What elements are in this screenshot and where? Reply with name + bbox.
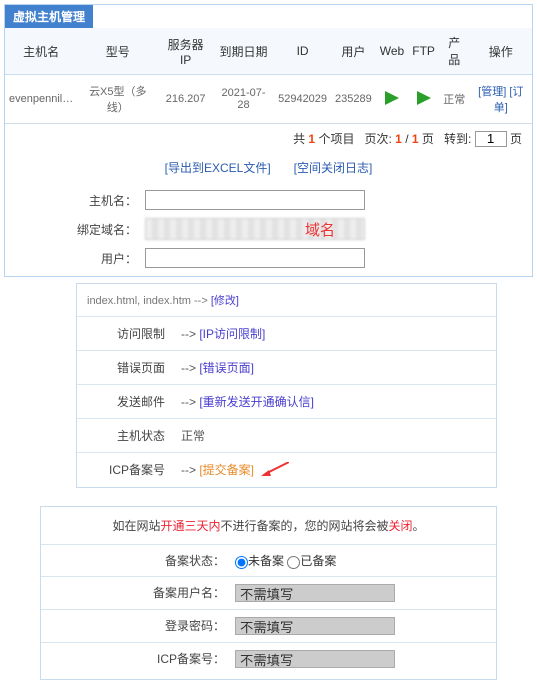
close-log-link[interactable]: [空间关闭日志] xyxy=(294,161,373,175)
toolbar: [导出到EXCEL文件] [空间关闭日志] xyxy=(5,153,532,186)
host-status-value: 正常 xyxy=(177,419,496,452)
tip-highlight-1: 开通三天内 xyxy=(160,519,220,533)
pager-page-label: 页次: xyxy=(364,132,391,146)
radio-unrecorded-label: 未备案 xyxy=(248,554,284,568)
host-label: 主机名： xyxy=(5,192,145,209)
row-icp-no: ICP备案号： xyxy=(41,642,496,675)
arrow-text: --> xyxy=(181,361,196,375)
default-page-row: index.html, index.htm --> [修改] xyxy=(77,284,496,316)
modify-link[interactable]: [修改] xyxy=(211,295,239,307)
icp-label: ICP备案号 xyxy=(77,453,177,487)
col-product: 产品 xyxy=(439,28,470,75)
arrow-annotation-icon xyxy=(261,462,289,479)
col-user: 用户 xyxy=(331,28,376,75)
cell-expire: 2021-07-28 xyxy=(213,75,274,124)
error-page-link[interactable]: [错误页面] xyxy=(199,361,254,375)
user-input[interactable] xyxy=(145,248,365,268)
row-send-mail: 发送邮件 --> [重新发送开通确认信] xyxy=(77,384,496,418)
icp-no-label: ICP备案号： xyxy=(41,643,231,675)
cell-id: 52942029 xyxy=(274,75,331,124)
record-user-label: 备案用户名： xyxy=(41,577,231,609)
arrow-text: --> xyxy=(181,327,196,341)
pager-count: 1 xyxy=(308,132,315,146)
record-tip: 如在网站开通三天内不进行备案的，您的网站将会被关闭。 xyxy=(41,517,496,544)
table-row: evenpennil… 云X5型（多线） 216.207 2021-07-28 … xyxy=(5,75,532,124)
col-model: 型号 xyxy=(77,28,158,75)
search-form: 主机名： 绑定域名： 域名 用户： xyxy=(5,186,532,272)
row-record-status: 备案状态： 未备案 已备案 xyxy=(41,544,496,576)
ip-access-link[interactable]: [IP访问限制] xyxy=(199,327,265,341)
settings-panel: index.html, index.htm --> [修改] 访问限制 --> … xyxy=(76,283,497,488)
radio-recorded-label: 已备案 xyxy=(300,554,336,568)
col-ftp: FTP xyxy=(408,28,439,75)
row-access-limit: 访问限制 --> [IP访问限制] xyxy=(77,316,496,350)
tip-highlight-2: 关闭 xyxy=(389,519,413,533)
cell-ftp[interactable] xyxy=(408,75,439,124)
record-user-input[interactable] xyxy=(235,584,395,602)
send-mail-label: 发送邮件 xyxy=(77,385,177,418)
default-page-text: index.html, index.htm --> xyxy=(87,295,208,307)
record-panel: 如在网站开通三天内不进行备案的，您的网站将会被关闭。 备案状态： 未备案 已备案… xyxy=(40,506,497,680)
pager-items: 个项目 xyxy=(318,132,354,146)
cell-model: 云X5型（多线） xyxy=(77,75,158,124)
radio-unrecorded[interactable] xyxy=(235,556,248,569)
row-record-user: 备案用户名： xyxy=(41,576,496,609)
goto-page-input[interactable] xyxy=(475,131,507,147)
access-limit-label: 访问限制 xyxy=(77,317,177,350)
form-row-domain: 绑定域名： 域名 xyxy=(5,214,532,244)
export-excel-link[interactable]: [导出到EXCEL文件] xyxy=(165,161,271,175)
login-pwd-input[interactable] xyxy=(235,617,395,635)
col-id: ID xyxy=(274,28,331,75)
col-expire: 到期日期 xyxy=(213,28,274,75)
form-row-host: 主机名： xyxy=(5,186,532,214)
pager-cur: 1 xyxy=(395,132,402,146)
host-input[interactable] xyxy=(145,190,365,210)
cell-user: 235289 xyxy=(331,75,376,124)
error-page-label: 错误页面 xyxy=(77,351,177,384)
col-ops: 操作 xyxy=(470,28,532,75)
pager-page-r: 页 xyxy=(422,132,434,146)
pager-prefix: 共 xyxy=(293,132,305,146)
pager-suffix: 页 xyxy=(510,132,522,146)
login-pwd-label: 登录密码： xyxy=(41,610,231,642)
pager-total: 1 xyxy=(412,132,419,146)
play-icon xyxy=(417,91,431,105)
cell-ops: ↘ [管理] [订单] xyxy=(470,75,532,124)
resend-mail-link[interactable]: [重新发送开通确认信] xyxy=(199,395,314,409)
col-web: Web xyxy=(376,28,408,75)
play-icon xyxy=(385,91,399,105)
host-management-panel: 虚拟主机管理 主机名 型号 服务器IP 到期日期 ID 用户 Web FTP 产… xyxy=(4,4,533,277)
pager: 共 1 个项目 页次: 1 / 1 页 转到: 页 xyxy=(5,124,532,153)
domain-label: 绑定域名： xyxy=(5,221,145,238)
pager-sep: / xyxy=(405,132,408,146)
domain-annotation: 域名 xyxy=(305,219,335,240)
cell-web[interactable] xyxy=(376,75,408,124)
pager-goto: 转到: xyxy=(444,132,471,146)
cell-product: 正常 xyxy=(439,75,470,124)
submit-record-link[interactable]: [提交备案] xyxy=(199,463,254,477)
table-header-row: 主机名 型号 服务器IP 到期日期 ID 用户 Web FTP 产品 操作 xyxy=(5,28,532,75)
radio-recorded[interactable] xyxy=(287,556,300,569)
cell-host: evenpennil… xyxy=(5,75,77,124)
form-row-user: 用户： xyxy=(5,244,532,272)
user-label: 用户： xyxy=(5,250,145,267)
row-icp: ICP备案号 --> [提交备案] xyxy=(77,452,496,487)
col-ip: 服务器IP xyxy=(158,28,213,75)
manage-link[interactable]: [管理] xyxy=(478,86,506,98)
host-table: 主机名 型号 服务器IP 到期日期 ID 用户 Web FTP 产品 操作 ev… xyxy=(5,28,532,124)
col-host: 主机名 xyxy=(5,28,77,75)
row-error-page: 错误页面 --> [错误页面] xyxy=(77,350,496,384)
row-login-pwd: 登录密码： xyxy=(41,609,496,642)
cell-ip: 216.207 xyxy=(158,75,213,124)
arrow-text: --> xyxy=(181,395,196,409)
record-status-label: 备案状态： xyxy=(41,545,231,576)
row-host-status: 主机状态 正常 xyxy=(77,418,496,452)
icp-no-input[interactable] xyxy=(235,650,395,668)
panel-title: 虚拟主机管理 xyxy=(5,5,93,28)
host-status-label: 主机状态 xyxy=(77,419,177,452)
arrow-text: --> xyxy=(181,463,196,477)
